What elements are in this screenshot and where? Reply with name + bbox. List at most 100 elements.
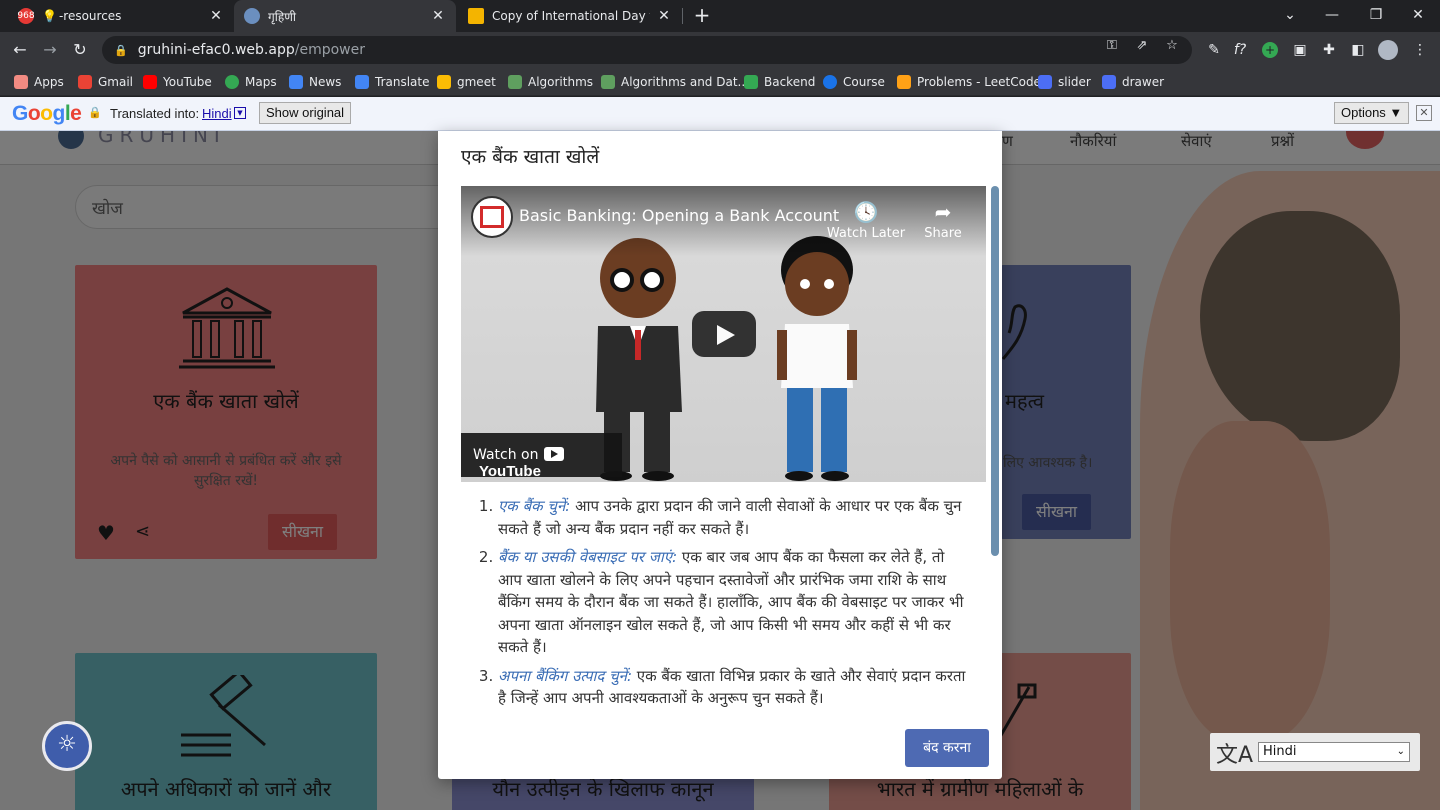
bookmark-gmail[interactable]: Gmail — [78, 72, 133, 92]
tab-resources[interactable]: 968 💡 -resources ✕ — [8, 0, 234, 32]
slider-icon — [1038, 75, 1052, 89]
bookmark-drawer[interactable]: drawer — [1102, 72, 1164, 92]
close-window-button[interactable]: ✕ — [1396, 0, 1440, 32]
close-tab-icon[interactable]: ✕ — [208, 8, 224, 24]
translate-icon: 文A — [1216, 743, 1254, 768]
translated-into-label: Translated into: — [110, 106, 200, 121]
youtube-video-embed[interactable]: Basic Banking: Opening a Bank Account 🕓 … — [461, 186, 986, 482]
young-man-figure — [777, 236, 857, 481]
drawer-icon — [1102, 75, 1116, 89]
step-lead: एक बैंक चुनें: — [498, 497, 571, 515]
share-arrow-icon: ➦ — [934, 200, 952, 224]
menu-kebab-icon[interactable]: ⋮ — [1410, 40, 1430, 60]
theme-toggle-sun-icon[interactable]: ☼ — [42, 721, 92, 771]
close-tab-icon[interactable]: ✕ — [430, 8, 446, 24]
meet-icon — [437, 75, 451, 89]
apps-grid-icon — [14, 75, 28, 89]
step-item: अपना बैंकिंग उत्पाद चुनें: एक बैंक खाता … — [498, 665, 968, 710]
close-tab-icon[interactable]: ✕ — [656, 8, 672, 24]
bookmark-gmeet[interactable]: gmeet — [437, 72, 496, 92]
restore-button[interactable]: ❐ — [1354, 0, 1398, 32]
tab-separator — [682, 8, 683, 24]
share-icon[interactable]: ⇗ — [1134, 38, 1150, 54]
extension-pen-icon[interactable]: ✎ — [1204, 40, 1224, 60]
extension-fx-icon[interactable]: f? — [1230, 40, 1250, 60]
profile-avatar[interactable] — [1378, 40, 1398, 60]
bookmark-course[interactable]: Course — [823, 72, 885, 92]
algorithms-icon — [508, 75, 522, 89]
close-modal-button[interactable]: बंद करना — [905, 729, 989, 767]
share-button[interactable]: ➦ Share — [903, 198, 983, 241]
play-icon — [717, 325, 735, 345]
algorithms-icon — [601, 75, 615, 89]
new-tab-button[interactable]: + — [690, 4, 714, 28]
lock-icon: 🔒 — [88, 106, 102, 119]
tab-title: गृहिणी — [268, 9, 297, 24]
maps-icon — [225, 75, 239, 89]
badge-icon: 968 — [17, 8, 35, 24]
tab-title: -resources — [58, 9, 122, 23]
language-selector: 文A Hindi ⌄ — [1210, 733, 1420, 771]
bookmark-youtube[interactable]: YouTube — [143, 72, 212, 92]
watch-later-label: Watch Later — [826, 226, 906, 241]
bookmark-algorithms-and-data[interactable]: Algorithms and Dat... — [601, 72, 749, 92]
tab-title: Copy of International Day for the — [492, 9, 650, 23]
backend-icon — [744, 75, 758, 89]
extension-plus-icon[interactable]: + — [1260, 40, 1280, 60]
tab-strip: 968 💡 -resources ✕ गृहिणी ✕ Copy of Inte… — [0, 0, 1440, 32]
lock-icon: 🔒 — [114, 43, 128, 57]
bank-account-modal: एक बैंक खाता खोलें Basic Banking: Openin… — [438, 131, 1002, 779]
minimize-button[interactable]: — — [1310, 0, 1354, 32]
google-logo: Google — [12, 102, 82, 125]
reload-button[interactable]: ↻ — [68, 38, 92, 62]
watch-on-youtube-button[interactable]: Watch onYouTube — [461, 433, 622, 480]
steps-list: एक बैंक चुनें: आप उनके द्वारा प्रदान की … — [498, 495, 968, 711]
bookmarks-bar: Apps Gmail YouTube Maps News Translate g… — [0, 68, 1440, 96]
step-lead: अपना बैंकिंग उत्पाद चुनें: — [498, 666, 633, 685]
bookmark-star-icon[interactable]: ☆ — [1164, 38, 1180, 54]
youtube-logo-icon — [544, 447, 565, 461]
tab-search-icon[interactable]: ⌄ — [1268, 0, 1312, 32]
bulb-icon: 💡 — [42, 9, 57, 23]
language-dropdown-icon[interactable]: ▼ — [234, 107, 246, 119]
modal-title: एक बैंक खाता खोलें — [461, 146, 600, 168]
gruhini-favicon-icon — [244, 8, 260, 24]
show-original-button[interactable]: Show original — [259, 102, 352, 124]
bookmark-translate[interactable]: Translate — [355, 72, 430, 92]
channel-logo-icon[interactable] — [471, 196, 513, 238]
translate-options-button[interactable]: Options ▼ — [1334, 102, 1410, 124]
course-icon — [823, 75, 837, 89]
translate-language-link[interactable]: Hindi — [202, 106, 232, 121]
address-path: /empower — [294, 42, 365, 58]
key-icon[interactable]: ⚿ — [1104, 38, 1120, 54]
bookmark-news[interactable]: News — [289, 72, 341, 92]
slides-icon — [468, 8, 484, 24]
tab-gruhini[interactable]: गृहिणी ✕ — [234, 0, 456, 32]
back-button[interactable]: ← — [8, 38, 32, 62]
bookmark-backend[interactable]: Backend — [744, 72, 815, 92]
play-button[interactable] — [692, 311, 756, 357]
close-translate-bar-icon[interactable]: ✕ — [1416, 105, 1432, 121]
bookmark-apps[interactable]: Apps — [14, 72, 64, 92]
language-select[interactable]: Hindi ⌄ — [1258, 742, 1410, 762]
news-icon — [289, 75, 303, 89]
address-bar[interactable]: 🔒 gruhini-efac0.web.app/empower — [102, 36, 1192, 64]
modal-scrollbar[interactable] — [991, 186, 999, 556]
extensions-puzzle-icon[interactable]: ✚ — [1319, 40, 1339, 60]
bookmark-maps[interactable]: Maps — [225, 72, 277, 92]
google-translate-bar: Google 🔒 Translated into: Hindi ▼ Show o… — [0, 97, 1440, 131]
steps-scroll-area[interactable]: एक बैंक चुनें: आप उनके द्वारा प्रदान की … — [461, 493, 991, 711]
address-host: gruhini-efac0.web.app — [137, 42, 295, 58]
tab-international-day[interactable]: Copy of International Day for the ✕ — [458, 0, 682, 32]
forward-button[interactable]: → — [38, 38, 62, 62]
watch-later-button[interactable]: 🕓 Watch Later — [826, 198, 906, 241]
extension-box-icon[interactable]: ▣ — [1290, 40, 1310, 60]
bookmark-leetcode[interactable]: Problems - LeetCode — [897, 72, 1041, 92]
browser-toolbar: ← → ↻ 🔒 gruhini-efac0.web.app/empower ⚿ … — [0, 32, 1440, 68]
side-panel-icon[interactable]: ◧ — [1348, 40, 1368, 60]
bookmark-algorithms[interactable]: Algorithms — [508, 72, 593, 92]
youtube-label: YouTube — [479, 463, 541, 480]
video-title[interactable]: Basic Banking: Opening a Bank Account — [519, 206, 839, 225]
step-item: बैंक या उसकी वेबसाइट पर जाएं: एक बार जब … — [498, 546, 968, 659]
bookmark-slider[interactable]: slider — [1038, 72, 1091, 92]
